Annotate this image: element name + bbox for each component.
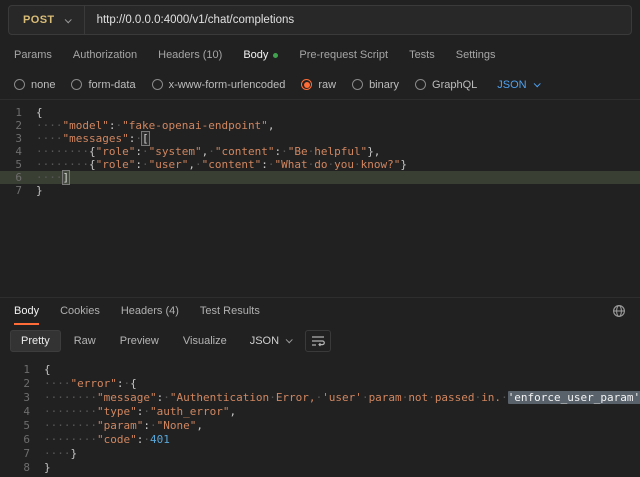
radio-icon (71, 79, 82, 90)
code-line[interactable]: 2····"model":·"fake-openai-endpoint", (0, 119, 640, 132)
body-type-row: none form-data x-www-form-urlencoded raw… (0, 70, 640, 100)
response-format-select[interactable]: JSON (250, 335, 291, 347)
tab-params[interactable]: Params (14, 49, 52, 61)
response-tab-body[interactable]: Body (14, 298, 39, 325)
line-number: 6 (0, 171, 22, 184)
radio-form-data[interactable]: form-data (71, 79, 135, 91)
line-number: 7 (0, 184, 22, 197)
radio-raw[interactable]: raw (301, 79, 336, 91)
radio-icon (152, 79, 163, 90)
line-number: 4 (0, 145, 22, 158)
line-number: 1 (0, 363, 30, 377)
line-number: 7 (0, 447, 30, 461)
line-number: 1 (0, 106, 22, 119)
line-number: 5 (0, 158, 22, 171)
radio-binary[interactable]: binary (352, 79, 399, 91)
chevron-down-icon (286, 336, 293, 343)
body-modified-dot (273, 53, 278, 58)
view-tab-pretty[interactable]: Pretty (10, 330, 61, 352)
tab-body[interactable]: Body (243, 49, 278, 61)
code-line[interactable]: 7} (0, 184, 640, 197)
code-line[interactable]: 4········"type":·"auth_error", (0, 405, 640, 419)
code-line[interactable]: 6····] (0, 171, 640, 184)
chevron-down-icon (64, 16, 71, 23)
line-number: 8 (0, 461, 30, 475)
radio-selected-icon (301, 79, 312, 90)
line-number: 3 (0, 391, 30, 405)
radio-graphql[interactable]: GraphQL (415, 79, 477, 91)
line-number: 2 (0, 377, 30, 391)
globe-icon[interactable] (612, 304, 626, 318)
chevron-down-icon (533, 80, 540, 87)
radio-none[interactable]: none (14, 79, 55, 91)
request-url-row: POST http://0.0.0.0:4000/v1/chat/complet… (0, 0, 640, 40)
url-box: POST http://0.0.0.0:4000/v1/chat/complet… (8, 5, 632, 35)
code-line[interactable]: 7····} (0, 447, 640, 461)
tab-tests[interactable]: Tests (409, 49, 435, 61)
wrap-lines-button[interactable] (305, 330, 331, 352)
request-editor-lines[interactable]: 1{2····"model":·"fake-openai-endpoint",3… (0, 100, 640, 297)
tab-settings[interactable]: Settings (456, 49, 496, 61)
view-tab-raw[interactable]: Raw (63, 330, 107, 352)
radio-x-www-form-urlencoded[interactable]: x-www-form-urlencoded (152, 79, 286, 91)
line-number: 5 (0, 419, 30, 433)
line-number: 2 (0, 119, 22, 132)
code-line[interactable]: 1{ (0, 363, 640, 377)
url-input[interactable]: http://0.0.0.0:4000/v1/chat/completions (85, 14, 307, 26)
code-line[interactable]: 2····"error":·{ (0, 377, 640, 391)
response-tab-headers[interactable]: Headers (4) (121, 298, 179, 325)
tab-pre-request-script[interactable]: Pre-request Script (299, 49, 388, 61)
code-line[interactable]: 8} (0, 461, 640, 475)
view-tab-visualize[interactable]: Visualize (172, 330, 238, 352)
tab-authorization[interactable]: Authorization (73, 49, 137, 61)
radio-icon (14, 79, 25, 90)
view-tab-preview[interactable]: Preview (109, 330, 170, 352)
response-view-controls: Pretty Raw Preview Visualize JSON (0, 324, 640, 357)
radio-icon (415, 79, 426, 90)
response-tab-cookies[interactable]: Cookies (60, 298, 100, 325)
response-tab-test-results[interactable]: Test Results (200, 298, 260, 325)
request-tabs: Params Authorization Headers (10) Body P… (0, 40, 640, 70)
body-format-select[interactable]: JSON (497, 79, 538, 91)
code-line[interactable]: 6········"code":·401 (0, 433, 640, 447)
postman-app: POST http://0.0.0.0:4000/v1/chat/complet… (0, 0, 640, 477)
code-line[interactable]: 3········"message":·"Authentication·Erro… (0, 391, 640, 405)
code-line[interactable]: 5········"param":·"None", (0, 419, 640, 433)
code-line[interactable]: 4········{"role":·"system",·"content":·"… (0, 145, 640, 158)
line-number: 4 (0, 405, 30, 419)
code-line[interactable]: 1{ (0, 106, 640, 119)
tab-headers[interactable]: Headers (10) (158, 49, 222, 61)
method-label: POST (23, 14, 55, 26)
method-select[interactable]: POST (9, 6, 84, 34)
line-number: 3 (0, 132, 22, 145)
code-line[interactable]: 3····"messages":·[ (0, 132, 640, 145)
line-number: 6 (0, 433, 30, 447)
radio-icon (352, 79, 363, 90)
response-tabs: Body Cookies Headers (4) Test Results (0, 297, 640, 324)
response-editor-lines[interactable]: 1{2····"error":·{3········"message":·"Au… (0, 357, 640, 477)
code-line[interactable]: 5········{"role":·"user",·"content":·"Wh… (0, 158, 640, 171)
